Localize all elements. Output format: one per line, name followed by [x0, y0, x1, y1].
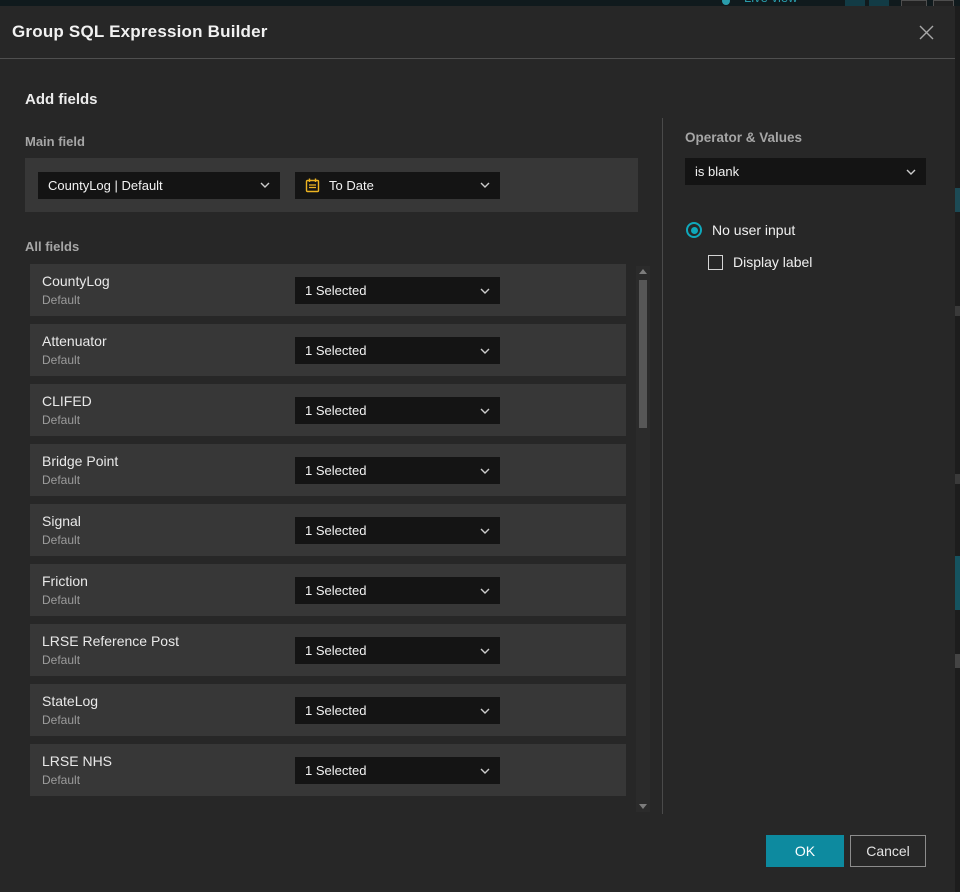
chevron-down-icon [480, 468, 490, 474]
field-row: Signal Default 1 Selected [30, 504, 626, 556]
backdrop-right-edge [955, 6, 960, 892]
backdrop-fragment [955, 654, 960, 668]
operator-select-value: is blank [695, 164, 740, 179]
main-field-select[interactable]: CountyLog | Default [38, 171, 280, 199]
chevron-down-icon [480, 528, 490, 534]
field-values-select-value: 1 Selected [305, 703, 367, 718]
field-row: StateLog Default 1 Selected [30, 684, 626, 736]
display-label-checkbox[interactable] [708, 254, 723, 270]
calendar-icon [305, 178, 320, 193]
field-name: CLIFED [42, 393, 92, 409]
field-name: Attenuator [42, 333, 107, 349]
chevron-down-icon [480, 288, 490, 294]
no-user-input-label: No user input [712, 222, 796, 238]
chevron-down-icon [480, 588, 490, 594]
backdrop-fragment [955, 556, 960, 610]
field-subtitle: Default [42, 533, 81, 547]
field-values-select[interactable]: 1 Selected [295, 697, 500, 724]
field-subtitle: Default [42, 353, 81, 367]
field-values-select-value: 1 Selected [305, 583, 367, 598]
field-row: CLIFED Default 1 Selected [30, 384, 626, 436]
field-row: Friction Default 1 Selected [30, 564, 626, 616]
field-values-select[interactable]: 1 Selected [295, 757, 500, 784]
close-icon [919, 25, 934, 39]
field-subtitle: Default [42, 653, 81, 667]
field-name: StateLog [42, 693, 99, 709]
field-values-select-value: 1 Selected [305, 763, 367, 778]
field-row: LRSE NHS Default 1 Selected [30, 744, 626, 796]
fields-scrollbar[interactable] [636, 266, 650, 812]
chevron-down-icon [480, 348, 490, 354]
no-user-input-radio[interactable] [686, 222, 702, 238]
field-row: LRSE Reference Post Default 1 Selected [30, 624, 626, 676]
all-fields-list: CountyLog Default 1 Selected Attenuator … [30, 264, 626, 804]
chevron-down-icon [480, 182, 490, 188]
field-subtitle: Default [42, 473, 81, 487]
field-values-select-value: 1 Selected [305, 283, 367, 298]
backdrop-fragment [955, 188, 960, 212]
display-label-option[interactable]: Display label [708, 254, 812, 270]
field-values-select-value: 1 Selected [305, 343, 367, 358]
chevron-down-icon [480, 648, 490, 654]
field-name: LRSE Reference Post [42, 633, 179, 649]
field-subtitle: Default [42, 293, 81, 307]
live-view-label: Live view [744, 0, 797, 5]
field-values-select-value: 1 Selected [305, 523, 367, 538]
main-field-panel: CountyLog | Default To Date [25, 158, 638, 212]
field-values-select[interactable]: 1 Selected [295, 397, 500, 424]
cancel-button[interactable]: Cancel [850, 835, 926, 867]
field-values-select[interactable]: 1 Selected [295, 577, 500, 604]
no-user-input-option[interactable]: No user input [686, 222, 795, 238]
scroll-up-arrow-icon[interactable] [639, 269, 647, 274]
backdrop-fragment [955, 474, 960, 484]
chevron-down-icon [480, 768, 490, 774]
field-subtitle: Default [42, 413, 81, 427]
operator-values-heading: Operator & Values [685, 130, 803, 145]
field-values-select[interactable]: 1 Selected [295, 517, 500, 544]
field-values-select[interactable]: 1 Selected [295, 637, 500, 664]
dialog-title-bar: Group SQL Expression Builder [0, 6, 955, 59]
panel-divider [662, 118, 663, 814]
close-button[interactable] [914, 20, 939, 45]
live-view-dot-icon [722, 0, 730, 5]
field-values-select[interactable]: 1 Selected [295, 457, 500, 484]
field-row: Attenuator Default 1 Selected [30, 324, 626, 376]
operator-select[interactable]: is blank [685, 158, 926, 185]
dialog-title: Group SQL Expression Builder [12, 22, 268, 41]
group-sql-expression-builder-dialog: Group SQL Expression Builder Add fields … [0, 6, 955, 892]
ok-button[interactable]: OK [766, 835, 844, 867]
main-field-label: Main field [25, 134, 85, 149]
field-name: Signal [42, 513, 81, 529]
backdrop-fragment [955, 306, 960, 316]
chevron-down-icon [480, 708, 490, 714]
field-values-select-value: 1 Selected [305, 643, 367, 658]
date-field-select-value: To Date [329, 177, 374, 193]
field-values-select[interactable]: 1 Selected [295, 337, 500, 364]
field-subtitle: Default [42, 593, 81, 607]
field-subtitle: Default [42, 713, 81, 727]
field-values-select-value: 1 Selected [305, 403, 367, 418]
all-fields-label: All fields [25, 239, 80, 254]
field-name: LRSE NHS [42, 753, 113, 769]
chevron-down-icon [906, 169, 916, 175]
field-name: Bridge Point [42, 453, 119, 469]
date-field-select[interactable]: To Date [295, 171, 500, 199]
display-label-label: Display label [733, 254, 813, 270]
field-name: Friction [42, 573, 88, 589]
field-subtitle: Default [42, 773, 81, 787]
chevron-down-icon [480, 408, 490, 414]
field-name: CountyLog [42, 273, 110, 289]
scroll-down-arrow-icon[interactable] [639, 804, 647, 809]
chevron-down-icon [260, 182, 270, 188]
field-values-select[interactable]: 1 Selected [295, 277, 500, 304]
field-row: Bridge Point Default 1 Selected [30, 444, 626, 496]
scrollbar-thumb[interactable] [639, 280, 647, 428]
field-row: CountyLog Default 1 Selected [30, 264, 626, 316]
main-field-select-value: CountyLog | Default [48, 177, 163, 193]
field-values-select-value: 1 Selected [305, 463, 367, 478]
add-fields-heading: Add fields [25, 91, 98, 108]
